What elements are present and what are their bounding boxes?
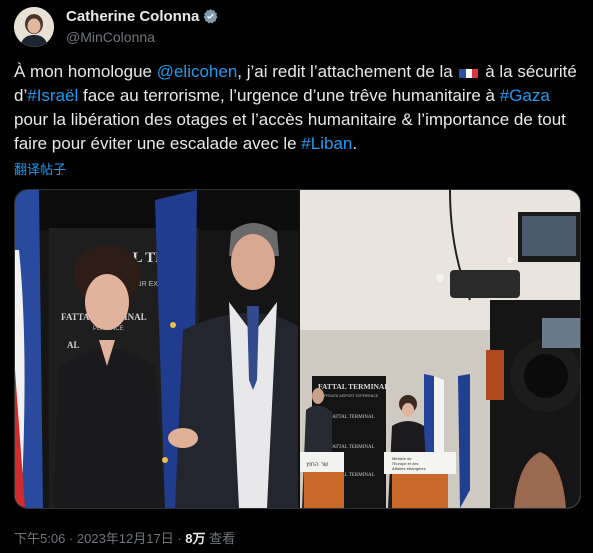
views-label: 查看 bbox=[205, 531, 236, 546]
hashtag-gaza-link[interactable]: #Gaza bbox=[500, 86, 550, 105]
author-display-name[interactable]: Catherine Colonna bbox=[66, 8, 199, 25]
media-grid: FATTAL TERMI AIR EXPERI FATTAL TERMINAL … bbox=[14, 189, 581, 509]
verified-badge-icon[interactable] bbox=[202, 8, 219, 25]
sign-text: PRIVATE AIRPORT EXPERIENCE bbox=[324, 394, 379, 398]
meta-separator: · bbox=[65, 531, 77, 546]
tweet-text-part: pour la libération des otages et l’accès… bbox=[14, 110, 566, 153]
author-handle[interactable]: @MinColonna bbox=[66, 29, 155, 45]
sign-text: FATTAL TERMINAL bbox=[330, 415, 375, 420]
tweet-text-part: face au terrorisme, l’urgence d’une trêv… bbox=[78, 86, 500, 105]
photo-handshake[interactable]: FATTAL TERMI AIR EXPERI FATTAL TERMINAL … bbox=[15, 190, 298, 508]
views-count: 8万 bbox=[185, 531, 206, 546]
avatar[interactable] bbox=[14, 7, 54, 47]
tweet-text-part: À mon homologue bbox=[14, 62, 157, 81]
sign-text: FATTAL TERMINAL bbox=[318, 382, 389, 391]
tweet-timestamp[interactable]: 下午5:06 bbox=[14, 531, 65, 546]
sign-text: FATTAL TERMINAL bbox=[330, 445, 375, 450]
tweet-text: À mon homologue @elicohen, j’ai redit l’… bbox=[14, 60, 584, 156]
tweet-meta: 下午5:06 · 2023年12月17日 · 8万 查看 bbox=[14, 528, 235, 547]
mention-link[interactable]: @elicohen bbox=[157, 62, 238, 81]
photo-press-conference[interactable]: FATTAL TERMINAL PRIVATE AIRPORT EXPERIEN… bbox=[300, 190, 580, 508]
podium-text: שר החוץ bbox=[306, 461, 328, 468]
hashtag-israel-link[interactable]: #Israël bbox=[27, 86, 78, 105]
hashtag-liban-link[interactable]: #Liban bbox=[301, 134, 352, 153]
photo-handshake-image: FATTAL TERMI AIR EXPERI FATTAL TERMINAL … bbox=[15, 190, 298, 508]
tweet-text-part: . bbox=[352, 134, 358, 153]
avatar-image bbox=[14, 7, 54, 47]
sign-text: AL bbox=[67, 340, 80, 350]
photo-press-conference-image: FATTAL TERMINAL PRIVATE AIRPORT EXPERIEN… bbox=[300, 190, 580, 508]
tweet-text-part: , j’ai redit l’attachement de la bbox=[237, 62, 458, 81]
france-flag-icon bbox=[459, 65, 479, 78]
podium-text: Affaires étrangères bbox=[392, 466, 426, 471]
translate-post-link[interactable]: 翻译帖子 bbox=[14, 159, 66, 178]
tweet-date[interactable]: 2023年12月17日 bbox=[77, 531, 174, 546]
meta-separator: · bbox=[173, 531, 186, 546]
